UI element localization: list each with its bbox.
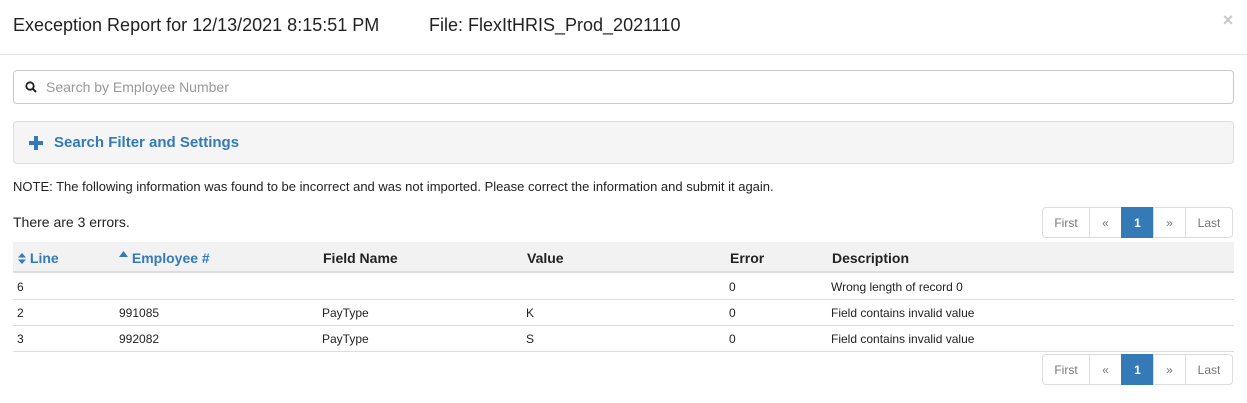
note-text: NOTE: The following information was foun… xyxy=(13,179,774,194)
page-prev-button[interactable]: « xyxy=(1089,354,1122,385)
search-filter-toggle[interactable]: Search Filter and Settings xyxy=(13,121,1234,164)
page-last-button[interactable]: Last xyxy=(1185,354,1233,385)
pagination-bottom: First « 1 » Last xyxy=(1042,354,1233,385)
cell-error: 0 xyxy=(729,280,736,294)
sort-both-icon xyxy=(18,253,26,264)
column-label: Line xyxy=(29,250,59,266)
search-box[interactable] xyxy=(13,70,1234,104)
cell-description: Wrong length of record 0 xyxy=(831,280,963,294)
cell-line: 2 xyxy=(17,306,24,320)
error-count: There are 3 errors. xyxy=(13,214,130,230)
column-header-employee[interactable]: Employee # xyxy=(119,250,210,266)
page-number-button[interactable]: 1 xyxy=(1121,207,1154,238)
page-last-button[interactable]: Last xyxy=(1185,207,1233,238)
page-prev-button[interactable]: « xyxy=(1089,207,1122,238)
column-header-description: Description xyxy=(832,250,910,266)
cell-error: 0 xyxy=(729,332,736,346)
table-row: 2 991085 PayType K 0 Field contains inva… xyxy=(13,300,1234,326)
table-header: Line Employee # Field Name Value Error D… xyxy=(13,242,1234,273)
cell-error: 0 xyxy=(729,306,736,320)
modal-header: Exeception Report for 12/13/2021 8:15:51… xyxy=(0,0,1247,55)
search-filter-label: Search Filter and Settings xyxy=(54,134,240,151)
cell-field: PayType xyxy=(322,306,369,320)
column-label: Employee # xyxy=(131,250,210,266)
cell-line: 6 xyxy=(17,280,24,294)
table-row: 3 992082 PayType S 0 Field contains inva… xyxy=(13,326,1234,352)
table-row: 6 0 Wrong length of record 0 xyxy=(13,274,1234,300)
column-header-line[interactable]: Line xyxy=(18,250,59,266)
column-header-value: Value xyxy=(527,250,564,266)
cell-description: Field contains invalid value xyxy=(831,306,975,320)
report-title: Exeception Report for 12/13/2021 8:15:51… xyxy=(13,15,380,35)
column-header-field-name: Field Name xyxy=(323,250,398,266)
cell-line: 3 xyxy=(17,332,24,346)
page-next-button[interactable]: » xyxy=(1153,207,1186,238)
close-button[interactable]: × xyxy=(1220,10,1236,30)
page-first-button[interactable]: First xyxy=(1042,207,1090,238)
file-name: File: FlexItHRIS_Prod_2021110 xyxy=(429,15,681,35)
cell-employee: 991085 xyxy=(119,306,160,320)
page-next-button[interactable]: » xyxy=(1153,354,1186,385)
page-first-button[interactable]: First xyxy=(1042,354,1090,385)
cell-value: S xyxy=(526,332,535,346)
sort-asc-icon xyxy=(119,251,128,257)
cell-employee: 992082 xyxy=(119,332,160,346)
cell-value: K xyxy=(526,306,535,320)
search-icon xyxy=(25,81,37,93)
plus-icon xyxy=(29,136,43,150)
cell-field: PayType xyxy=(322,332,369,346)
pagination-top: First « 1 » Last xyxy=(1042,207,1233,238)
column-header-error: Error xyxy=(730,250,765,266)
cell-description: Field contains invalid value xyxy=(831,332,975,346)
page-number-button[interactable]: 1 xyxy=(1121,354,1154,385)
search-input[interactable] xyxy=(44,72,1224,102)
